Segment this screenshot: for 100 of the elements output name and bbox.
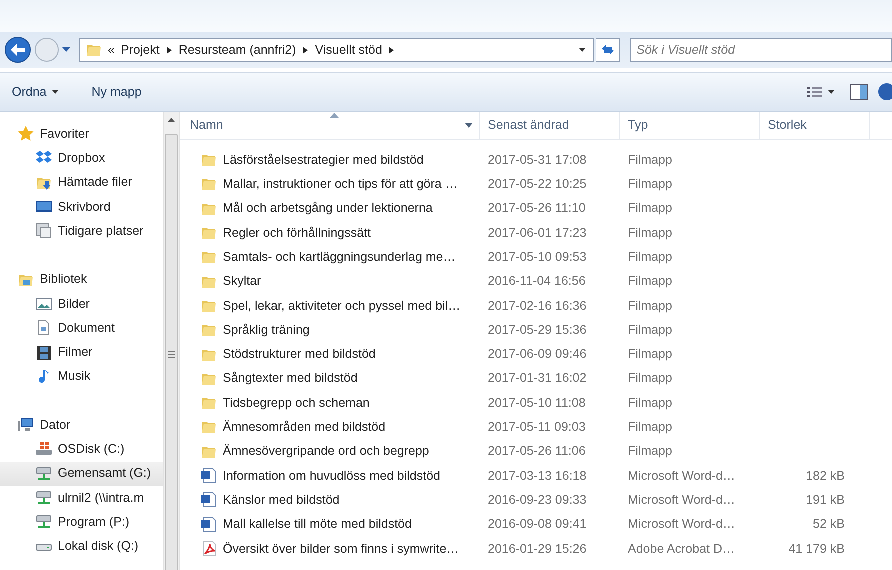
folder-icon <box>86 42 102 58</box>
sidebar-item[interactable]: Dokument <box>0 316 163 340</box>
sidebar-group[interactable]: Bibliotek <box>40 270 88 289</box>
sidebar-item[interactable]: Filmer <box>0 340 163 365</box>
sidebar-item[interactable]: Hämtade filer <box>0 170 163 195</box>
scrollbar[interactable] <box>163 112 180 570</box>
preview-pane-icon[interactable] <box>850 84 868 100</box>
address-field[interactable]: « Projekt Resursteam (annfri2) Visuellt stöd <box>79 38 594 62</box>
file-name[interactable]: Översikt över bilder som finns i symwrite… <box>223 540 460 558</box>
file-name[interactable]: Mallar, instruktioner och tips för att göra … <box>223 175 458 194</box>
file-name[interactable]: Läsförståelsestrategier med bildstöd <box>223 150 424 170</box>
sidebar-item[interactable]: Lokal disk (Q:) <box>0 534 163 559</box>
column-header[interactable]: Typ <box>628 116 648 135</box>
chevron-icon[interactable] <box>302 46 310 54</box>
sidebar-item[interactable]: Gemensamt (G:) <box>0 462 163 486</box>
column-header[interactable]: Storlek <box>768 116 807 135</box>
overflow-chevron[interactable]: « <box>108 40 115 60</box>
file-name[interactable]: Spel, lekar, aktiviteter och pyssel med bil… <box>223 296 461 316</box>
size-cell: 191 kB <box>806 492 845 507</box>
refresh-button[interactable] <box>596 38 620 62</box>
date-cell: 2016-09-08 09:41 <box>488 517 587 532</box>
size-cell: 182 kB <box>806 468 845 483</box>
star-icon <box>18 126 34 142</box>
size-cell: 41 179 kB <box>788 542 845 556</box>
date-cell: 2017-05-10 11:08 <box>488 396 586 410</box>
file-name[interactable]: Språklig träning <box>223 320 310 340</box>
network-drive-icon <box>36 514 52 530</box>
date-cell: 2017-05-11 09:03 <box>488 420 586 434</box>
sidebar-item[interactable]: Skrivbord <box>0 194 163 220</box>
type-cell: Filmapp <box>628 298 672 313</box>
caret-icon[interactable] <box>62 47 71 53</box>
date-cell: 2017-02-16 16:36 <box>488 298 587 313</box>
date-cell: 2017-06-09 09:46 <box>488 347 587 362</box>
date-cell: 2016-11-04 16:56 <box>488 274 586 288</box>
sidebar-item[interactable]: Tidigare platser <box>0 219 163 244</box>
breadcrumb-link[interactable]: Visuellt stöd <box>315 40 382 60</box>
pictures-icon <box>36 296 52 312</box>
file-name[interactable]: Samtals- och kartläggningsunderlag me… <box>223 248 456 267</box>
file-name[interactable]: Sångtexter med bildstöd <box>223 369 358 388</box>
column-header[interactable]: Namn <box>190 116 224 135</box>
folder-icon <box>201 395 217 412</box>
file-name[interactable]: Ämnesområden med bildstöd <box>223 418 386 437</box>
back-icon[interactable] <box>4 36 32 64</box>
type-cell: Filmapp <box>628 152 672 167</box>
network-drive-icon <box>36 490 52 506</box>
type-cell: Filmapp <box>628 420 672 434</box>
caret-icon[interactable] <box>578 48 587 52</box>
search-field[interactable]: Sök i Visuellt stöd <box>630 38 892 62</box>
breadcrumb-link[interactable]: Projekt <box>120 40 160 60</box>
type-cell: Filmapp <box>628 444 672 458</box>
word-document-icon <box>201 516 217 533</box>
column-header[interactable]: Senast ändrad <box>488 116 570 135</box>
file-name[interactable]: Information om huvudlöss med bildstöd <box>223 466 440 486</box>
file-name[interactable]: Skyltar <box>223 272 262 291</box>
toolbar-button[interactable]: Ordna <box>8 80 64 104</box>
type-cell: Filmapp <box>628 274 672 288</box>
sidebar-item[interactable]: Dropbox <box>0 146 163 171</box>
word-document-icon <box>201 468 217 484</box>
document-icon <box>36 320 52 336</box>
file-name[interactable]: Regler och förhållningssätt <box>223 224 371 242</box>
file-name[interactable]: Mall kallelse till möte med bildstöd <box>223 515 412 534</box>
sidebar-item[interactable]: Program (P:) <box>0 510 163 534</box>
file-name[interactable]: Stödstrukturer med bildstöd <box>223 345 376 364</box>
file-name[interactable]: Tidsbegrepp och scheman <box>223 394 370 412</box>
type-cell: Filmapp <box>628 250 672 264</box>
type-cell: Adobe Acrobat D… <box>628 542 736 556</box>
help-icon[interactable] <box>878 83 892 101</box>
type-cell: Filmapp <box>628 177 672 192</box>
chevron-icon[interactable] <box>388 46 396 54</box>
size-cell: 52 kB <box>813 517 845 532</box>
chevron-icon[interactable] <box>166 46 173 54</box>
grip-icon <box>168 350 175 358</box>
music-note-icon <box>36 368 52 385</box>
date-cell: 2017-05-26 11:06 <box>488 444 586 458</box>
toolbar-button[interactable]: Ny mapp <box>88 80 146 104</box>
type-cell: Filmapp <box>628 226 672 240</box>
recent-places-icon <box>36 223 52 240</box>
type-cell: Filmapp <box>628 347 672 362</box>
sidebar-group[interactable]: Favoriter <box>40 124 90 144</box>
computer-icon <box>18 417 34 434</box>
date-cell: 2017-05-31 17:08 <box>488 152 587 167</box>
scrollbar-thumb[interactable] <box>165 134 178 570</box>
date-cell: 2017-05-26 11:10 <box>488 201 586 216</box>
sidebar-item[interactable]: ulrnil2 (\\intra.m <box>0 486 163 510</box>
type-cell: Filmapp <box>628 322 672 337</box>
system-disk-icon <box>36 441 52 458</box>
folder-icon <box>201 176 217 192</box>
file-name[interactable]: Mål och arbetsgång under lektionerna <box>223 199 433 218</box>
file-name[interactable]: Ämnesövergripande ord och begrepp <box>223 442 430 462</box>
folder-icon <box>201 249 217 266</box>
word-document-icon <box>201 492 217 508</box>
caret-icon[interactable] <box>465 123 473 128</box>
sidebar-item[interactable]: OSDisk (C:) <box>0 437 163 462</box>
date-cell: 2017-01-31 16:02 <box>488 371 587 386</box>
sidebar-group[interactable]: Dator <box>40 416 71 434</box>
file-name[interactable]: Känslor med bildstöd <box>223 490 340 510</box>
breadcrumb-link[interactable]: Resursteam (annfri2) <box>178 40 296 60</box>
network-drive-icon <box>36 466 52 482</box>
sidebar-item[interactable]: Bilder <box>0 292 163 316</box>
sidebar-item[interactable]: Musik <box>0 364 163 389</box>
